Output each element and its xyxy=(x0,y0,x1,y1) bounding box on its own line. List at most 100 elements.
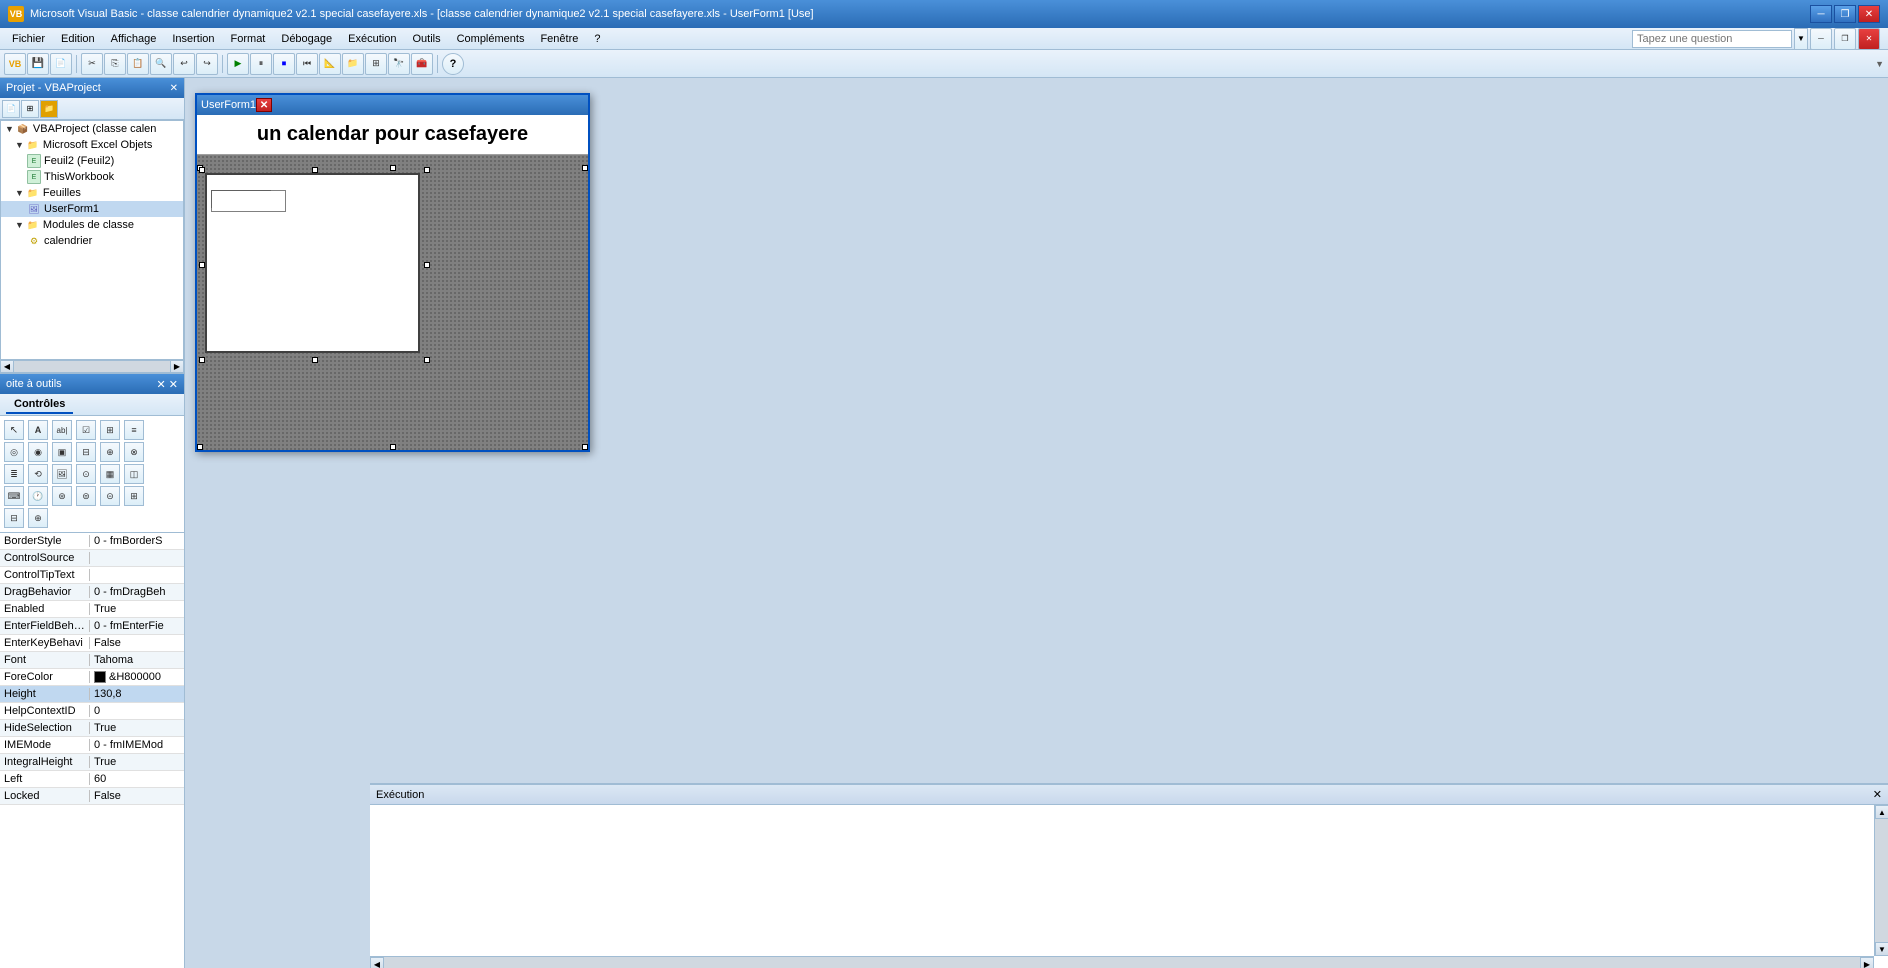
tool-listbox[interactable]: ≡ xyxy=(124,420,144,440)
tool-refbutton[interactable]: ⊙ xyxy=(76,464,96,484)
prop-value-enabled[interactable]: True xyxy=(90,603,184,615)
prop-value-forecolor[interactable]: &H800000 xyxy=(90,671,184,683)
outer-handle-tr[interactable] xyxy=(582,165,588,171)
exec-hscroll-left[interactable]: ◀ xyxy=(370,957,384,968)
tb-save2-button[interactable]: 📄 xyxy=(50,53,72,75)
tb-paste-button[interactable]: 📋 xyxy=(127,53,149,75)
tool-commandbutton[interactable]: ⊟ xyxy=(76,442,96,462)
prop-value-borderstyle[interactable]: 0 - fmBorderS xyxy=(90,535,184,547)
search-input[interactable] xyxy=(1632,30,1792,48)
prop-value-dragbehavior[interactable]: 0 - fmDragBeh xyxy=(90,586,184,598)
tool-tabstrip[interactable]: ⊕ xyxy=(100,442,120,462)
execution-vscroll[interactable]: ▲ ▼ xyxy=(1874,805,1888,956)
search-dropdown[interactable]: ▼ xyxy=(1794,28,1808,50)
exec-hscroll-right[interactable]: ▶ xyxy=(1860,957,1874,968)
tool-extra6[interactable]: ⊜ xyxy=(76,486,96,506)
menu-insertion[interactable]: Insertion xyxy=(164,31,222,47)
project-toggle-folders[interactable]: 📁 xyxy=(40,100,58,118)
tool-frame[interactable]: ▣ xyxy=(52,442,72,462)
tree-item-feuilles-folder[interactable]: ▼ 📁 Feuilles xyxy=(1,185,183,201)
outer-handle-bm[interactable] xyxy=(390,444,396,450)
tb-pause-button[interactable]: ⏸ xyxy=(250,53,272,75)
tool-togglebutton[interactable]: ◉ xyxy=(28,442,48,462)
tool-extra2[interactable]: ◫ xyxy=(124,464,144,484)
menu-help[interactable]: ? xyxy=(586,31,608,47)
search-restore-button[interactable]: ❐ xyxy=(1834,28,1856,50)
tb-help-button[interactable]: ? xyxy=(442,53,464,75)
tb-find-button[interactable]: 🔍 xyxy=(150,53,172,75)
tb-run-button[interactable]: ▶ xyxy=(227,53,249,75)
exec-vscroll-down[interactable]: ▼ xyxy=(1875,942,1888,956)
prop-value-font[interactable]: Tahoma xyxy=(90,654,184,666)
tool-image[interactable]: 🖼 xyxy=(52,464,72,484)
prop-value-integralheight[interactable]: True xyxy=(90,756,184,768)
close-button[interactable]: ✕ xyxy=(1858,5,1880,23)
project-tree[interactable]: ▼ 📦 VBAProject (classe calen ▼ 📁 Microso… xyxy=(0,120,184,360)
minimize-button[interactable]: ─ xyxy=(1810,5,1832,23)
tree-item-userform1[interactable]: 🖼 UserForm1 xyxy=(1,201,183,217)
handle-mr[interactable] xyxy=(424,262,430,268)
menu-edition[interactable]: Edition xyxy=(53,31,103,47)
execution-hscroll[interactable]: ◀ ▶ xyxy=(370,956,1874,968)
tool-bot1[interactable]: ⊟ xyxy=(4,508,24,528)
tb-design-button[interactable]: 📐 xyxy=(319,53,341,75)
menu-outils[interactable]: Outils xyxy=(404,31,448,47)
tree-item-calendrier[interactable]: ⚙ calendrier xyxy=(1,233,183,249)
frame-control[interactable] xyxy=(205,173,420,353)
prop-value-locked[interactable]: False xyxy=(90,790,184,802)
outer-handle-bl[interactable] xyxy=(197,444,203,450)
tb-stop-button[interactable]: ⏹ xyxy=(273,53,295,75)
menu-affichage[interactable]: Affichage xyxy=(103,31,165,47)
tool-extra3[interactable]: ⌨ xyxy=(4,486,24,506)
prop-value-imemode[interactable]: 0 - fmIMEMod xyxy=(90,739,184,751)
execution-body[interactable] xyxy=(370,805,1888,956)
handle-br[interactable] xyxy=(424,357,430,363)
inner-textbox[interactable] xyxy=(211,190,286,212)
tool-extra8[interactable]: ⊞ xyxy=(124,486,144,506)
handle-bl[interactable] xyxy=(199,357,205,363)
tree-item-vbaproject[interactable]: ▼ 📦 VBAProject (classe calen xyxy=(1,121,183,137)
tb-copy-button[interactable]: ⎘ xyxy=(104,53,126,75)
tool-pointer[interactable]: ↖ xyxy=(4,420,24,440)
project-hscroll[interactable]: ◀ ▶ xyxy=(0,360,184,372)
tool-extra5[interactable]: ⊛ xyxy=(52,486,72,506)
prop-value-left[interactable]: 60 xyxy=(90,773,184,785)
tool-label[interactable]: A xyxy=(28,420,48,440)
restore-button[interactable]: ❐ xyxy=(1834,5,1856,23)
tool-radiobutton[interactable]: ◎ xyxy=(4,442,24,462)
tb-undo-button[interactable]: ↩ xyxy=(173,53,195,75)
tb-save-button[interactable]: 💾 xyxy=(27,53,49,75)
search-close-button[interactable]: ✕ xyxy=(1858,28,1880,50)
tb-vb-icon[interactable]: VB xyxy=(4,53,26,75)
prop-value-helpcontextid[interactable]: 0 xyxy=(90,705,184,717)
search-minimize-button[interactable]: ─ xyxy=(1810,28,1832,50)
tb-reset-button[interactable]: ⏮ xyxy=(296,53,318,75)
tree-item-thisworkbook[interactable]: E ThisWorkbook xyxy=(1,169,183,185)
toolbox-title-close[interactable]: ✕ ✕ xyxy=(157,378,179,391)
menu-debogage[interactable]: Débogage xyxy=(273,31,340,47)
tb-projectexplorer-button[interactable]: 📁 xyxy=(342,53,364,75)
userform-close-button[interactable]: ✕ xyxy=(256,98,272,112)
tool-combobox[interactable]: ⊞ xyxy=(100,420,120,440)
tool-bot2[interactable]: ⊕ xyxy=(28,508,48,528)
tb-redo-button[interactable]: ↪ xyxy=(196,53,218,75)
toolbar-more-button[interactable]: ▼ xyxy=(1875,59,1884,69)
menu-format[interactable]: Format xyxy=(223,31,274,47)
prop-value-enterfieldbehav[interactable]: 0 - fmEnterFie xyxy=(90,620,184,632)
menu-fichier[interactable]: Fichier xyxy=(4,31,53,47)
tb-properties-button[interactable]: ⊞ xyxy=(365,53,387,75)
tb-toolbox-button[interactable]: 🧰 xyxy=(411,53,433,75)
outer-handle-br[interactable] xyxy=(582,444,588,450)
handle-bm[interactable] xyxy=(312,357,318,363)
menu-complements[interactable]: Compléments xyxy=(449,31,533,47)
menu-execution[interactable]: Exécution xyxy=(340,31,404,47)
tool-spinbutton[interactable]: ⟲ xyxy=(28,464,48,484)
prop-value-height[interactable]: 130,8 xyxy=(90,688,184,700)
project-panel-close[interactable]: ✕ xyxy=(170,83,178,94)
tool-extra4[interactable]: 🕐 xyxy=(28,486,48,506)
tb-objectbrowser-button[interactable]: 🔭 xyxy=(388,53,410,75)
prop-value-enterkeybehavi[interactable]: False xyxy=(90,637,184,649)
tree-item-modules-folder[interactable]: ▼ 📁 Modules de classe xyxy=(1,217,183,233)
tool-textbox[interactable]: ab| xyxy=(52,420,72,440)
tab-controles[interactable]: Contrôles xyxy=(6,396,73,414)
